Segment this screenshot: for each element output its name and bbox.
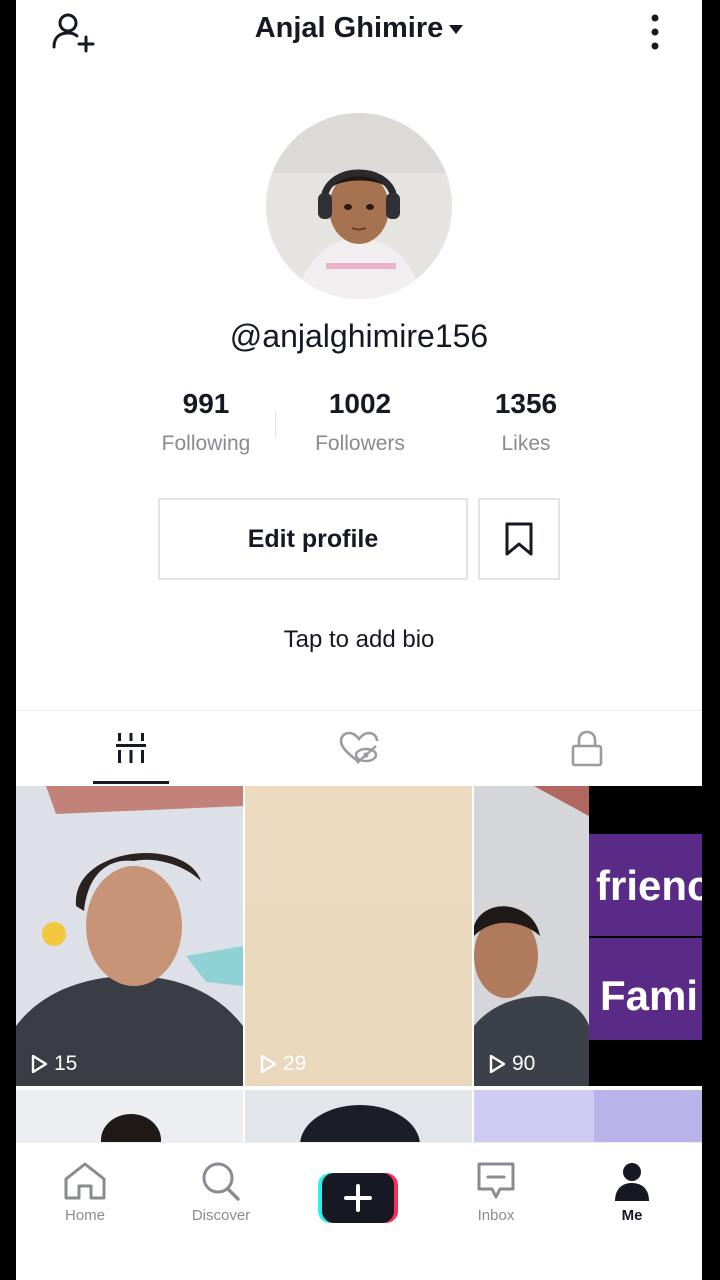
video-grid: 15 29 frienc Fami 90 bbox=[16, 786, 702, 1150]
lock-icon bbox=[571, 730, 603, 767]
video-thumbnail-image bbox=[245, 786, 472, 1086]
video-overlay-text: Fami bbox=[600, 972, 699, 1019]
view-count-value: 90 bbox=[512, 1052, 536, 1075]
grid-bars-icon bbox=[116, 733, 146, 763]
nav-discover-label: Discover bbox=[191, 1207, 251, 1224]
video-thumbnail-image bbox=[245, 1090, 472, 1150]
likes-label: Likes bbox=[501, 432, 551, 455]
top-bar: Anjal Ghimire bbox=[16, 0, 702, 64]
tab-private[interactable] bbox=[512, 712, 662, 784]
account-switcher[interactable]: Anjal Ghimire bbox=[16, 12, 702, 45]
view-count: 29 bbox=[259, 1052, 306, 1076]
video-thumbnail[interactable]: frienc Fami 90 bbox=[474, 786, 702, 1086]
stat-followers[interactable]: 1002 Followers bbox=[290, 388, 430, 456]
following-count: 991 bbox=[182, 388, 230, 419]
stats-divider bbox=[275, 412, 276, 438]
nav-inbox-label: Inbox bbox=[477, 1207, 515, 1224]
stat-following[interactable]: 991 Following bbox=[136, 388, 276, 456]
nav-home-label: Home bbox=[64, 1207, 105, 1224]
video-thumbnail-image bbox=[474, 786, 702, 1086]
video-thumbnail-image bbox=[16, 786, 243, 1086]
nav-inbox[interactable]: Inbox bbox=[441, 1161, 551, 1224]
bottom-navigation: Home Discover Inbox Me bbox=[16, 1142, 702, 1280]
person-icon bbox=[615, 1163, 649, 1201]
view-count-value: 15 bbox=[54, 1052, 78, 1075]
video-thumbnail[interactable]: 29 bbox=[245, 786, 472, 1086]
section-divider bbox=[16, 710, 702, 711]
video-thumbnail[interactable] bbox=[474, 1090, 702, 1150]
likes-count: 1356 bbox=[494, 388, 558, 419]
view-count: 15 bbox=[30, 1052, 77, 1076]
nav-home[interactable]: Home bbox=[30, 1161, 140, 1224]
video-thumbnail-image bbox=[474, 1090, 702, 1150]
followers-label: Followers bbox=[315, 432, 405, 455]
video-overlay-text: frienc bbox=[596, 862, 702, 909]
active-tab-indicator bbox=[93, 781, 169, 784]
vertical-dots-icon[interactable] bbox=[640, 10, 670, 54]
profile-screen: Anjal Ghimire @anjalghimire156 991 Follo… bbox=[16, 0, 702, 1280]
followers-count: 1002 bbox=[328, 388, 392, 419]
view-count-value: 29 bbox=[283, 1052, 307, 1075]
tab-videos[interactable] bbox=[56, 712, 206, 784]
play-icon bbox=[31, 1054, 48, 1074]
video-thumbnail[interactable] bbox=[245, 1090, 472, 1150]
hidden-heart-icon bbox=[339, 731, 379, 764]
profile-stats: 991 Following 1002 Followers 1356 Likes bbox=[136, 388, 584, 468]
page-title: Anjal Ghimire bbox=[254, 12, 444, 44]
stat-likes[interactable]: 1356 Likes bbox=[456, 388, 596, 456]
nav-me-label: Me bbox=[621, 1207, 643, 1224]
avatar[interactable] bbox=[266, 113, 452, 299]
bookmark-button[interactable] bbox=[478, 498, 560, 580]
plus-icon bbox=[318, 1173, 398, 1223]
add-bio-prompt[interactable]: Tap to add bio bbox=[16, 626, 702, 654]
bookmark-icon bbox=[505, 522, 533, 556]
create-button[interactable] bbox=[318, 1173, 398, 1223]
nav-discover[interactable]: Discover bbox=[166, 1161, 276, 1224]
message-icon bbox=[477, 1162, 515, 1199]
video-thumbnail[interactable] bbox=[16, 1090, 243, 1150]
video-thumbnail[interactable]: 15 bbox=[16, 786, 243, 1086]
video-thumbnail-image bbox=[16, 1090, 243, 1150]
nav-me[interactable]: Me bbox=[577, 1161, 687, 1224]
chevron-down-icon bbox=[449, 24, 464, 34]
play-icon bbox=[489, 1054, 506, 1074]
search-icon bbox=[202, 1162, 240, 1201]
view-count: 90 bbox=[488, 1052, 535, 1076]
tab-liked[interactable] bbox=[284, 712, 434, 784]
play-icon bbox=[260, 1054, 277, 1074]
following-label: Following bbox=[161, 432, 251, 455]
edit-profile-button[interactable]: Edit profile bbox=[158, 498, 468, 580]
username-handle: @anjalghimire156 bbox=[229, 318, 489, 354]
home-icon bbox=[64, 1162, 106, 1200]
